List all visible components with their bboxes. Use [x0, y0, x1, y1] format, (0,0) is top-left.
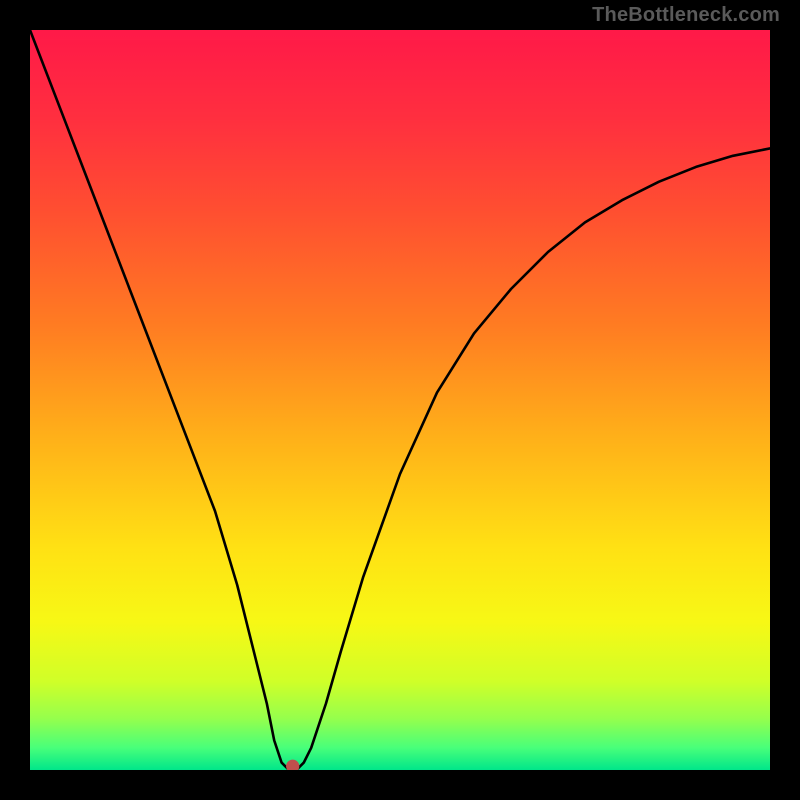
gradient-background — [30, 30, 770, 770]
watermark-text: TheBottleneck.com — [592, 4, 780, 27]
bottleneck-chart-svg — [30, 30, 770, 770]
plot-area — [30, 30, 770, 770]
chart-frame: TheBottleneck.com — [0, 0, 800, 800]
